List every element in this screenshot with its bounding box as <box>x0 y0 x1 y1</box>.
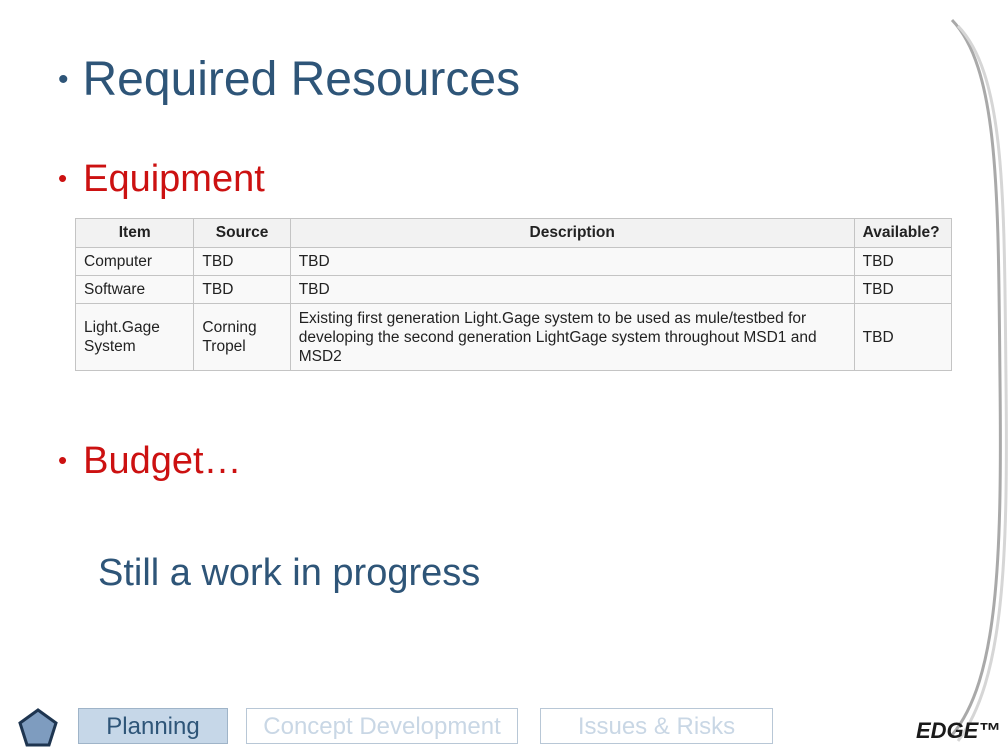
pentagon-home-icon[interactable] <box>16 706 60 750</box>
title-bullet: • <box>58 63 69 96</box>
table-row: Light.Gage System Corning Tropel Existin… <box>74 303 953 371</box>
header-item: Item <box>74 218 195 248</box>
slide-title-text: Required Resources <box>82 53 521 106</box>
cell-source: TBD <box>193 275 291 304</box>
cell-item: Light.Gage System <box>74 303 195 371</box>
budget-bullet: • <box>58 445 68 475</box>
header-description: Description <box>289 218 855 248</box>
nav-concept-development-button[interactable]: Concept Development <box>246 708 518 744</box>
cell-item: Computer <box>74 247 195 276</box>
slide-title: • Required Resources <box>58 52 520 107</box>
nav-planning-button[interactable]: Planning <box>78 708 228 744</box>
edge-logo: EDGE™ <box>916 718 1001 743</box>
cell-available: TBD <box>853 247 953 276</box>
cell-available: TBD <box>853 275 953 304</box>
equipment-table: Item Source Description Available? Compu… <box>74 218 953 371</box>
budget-note: Still a work in progress <box>98 552 481 594</box>
table-row: Computer TBD TBD TBD <box>74 247 953 276</box>
cell-description: Existing first generation Light.Gage sys… <box>289 303 855 371</box>
header-available: Available? <box>853 218 953 248</box>
cell-source: Corning Tropel <box>193 303 291 371</box>
table-row: Software TBD TBD TBD <box>74 275 953 304</box>
equipment-heading: • Equipment <box>58 158 265 201</box>
cell-available: TBD <box>853 303 953 371</box>
nav-issues-risks-button[interactable]: Issues & Risks <box>540 708 773 744</box>
budget-heading-text: Budget… <box>83 440 242 482</box>
equipment-heading-text: Equipment <box>83 158 265 200</box>
decorative-curve <box>950 18 1008 742</box>
equipment-bullet: • <box>58 163 68 193</box>
header-source: Source <box>193 218 291 248</box>
cell-item: Software <box>74 275 195 304</box>
budget-heading: • Budget… <box>58 440 242 483</box>
cell-source: TBD <box>193 247 291 276</box>
table-header-row: Item Source Description Available? <box>74 218 953 248</box>
cell-description: TBD <box>289 275 855 304</box>
cell-description: TBD <box>289 247 855 276</box>
